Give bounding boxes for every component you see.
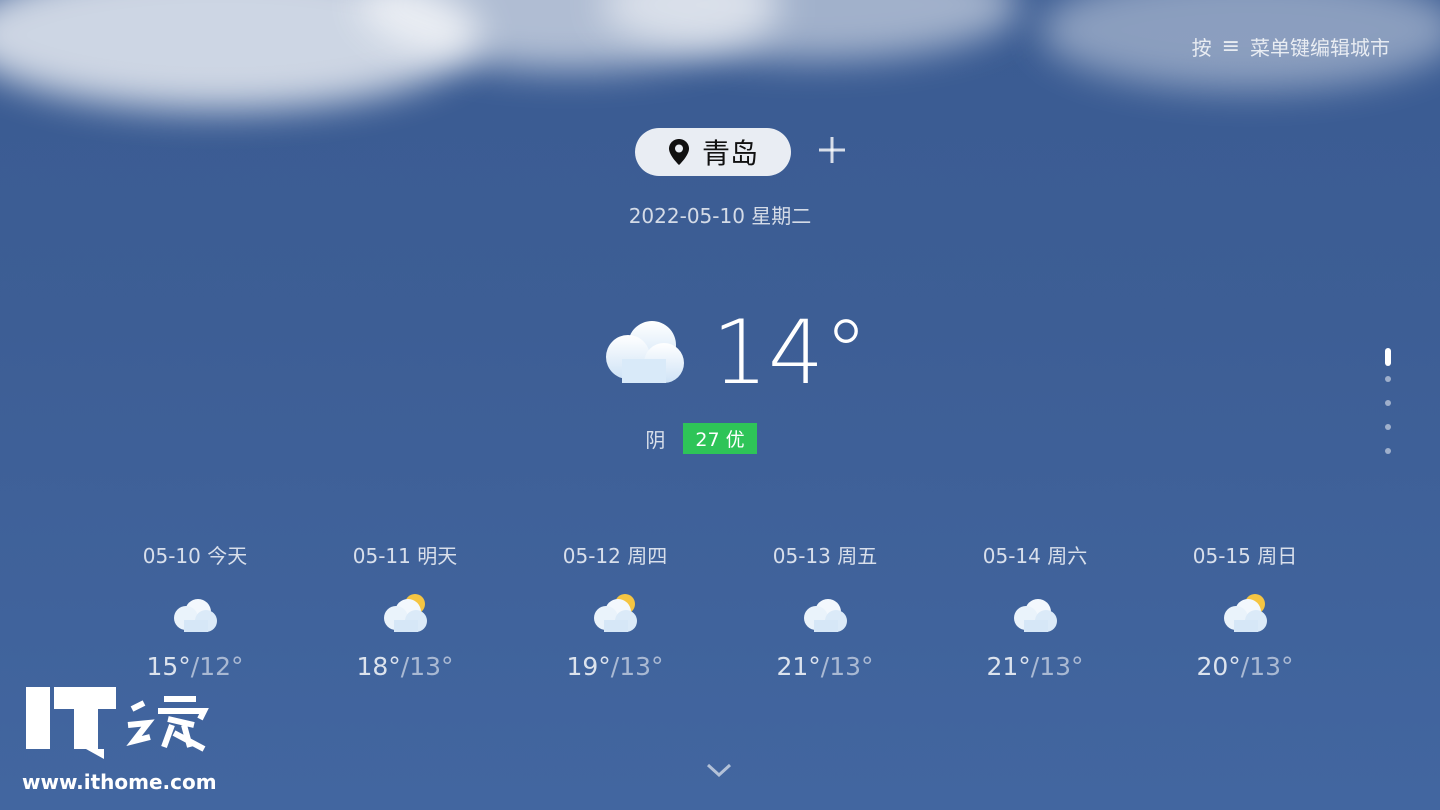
partly-cloudy-icon	[1224, 594, 1267, 632]
forecast-day: 05-14 周六 21°/13°	[930, 540, 1140, 681]
page-dot	[1385, 424, 1391, 430]
ithome-logo	[24, 685, 214, 765]
hint-prefix: 按	[1191, 36, 1212, 60]
forecast-date: 05-12 周四	[562, 544, 668, 568]
cloudy-icon	[1014, 599, 1057, 632]
forecast-temps: 21°/13°	[720, 652, 930, 681]
forecast-date: 05-11 明天	[352, 544, 458, 568]
cloudy-icon	[174, 599, 217, 632]
city-selector-row: 青岛	[0, 128, 1440, 176]
weather-condition: 阴	[645, 428, 666, 452]
high-temp: 21°	[776, 652, 821, 681]
high-temp: 15°	[146, 652, 191, 681]
low-temp: /13°	[400, 652, 454, 681]
location-pin-icon	[668, 139, 689, 165]
low-temp: /13°	[1030, 652, 1084, 681]
city-selector-button[interactable]: 青岛	[635, 128, 791, 176]
low-temp: /13°	[820, 652, 874, 681]
edit-city-hint: 按 ≡ 菜单键编辑城市	[1192, 32, 1390, 61]
forecast-temps: 15°/12°	[90, 652, 300, 681]
cloudy-icon	[804, 599, 847, 632]
forecast-date: 05-10 今天	[142, 544, 248, 568]
forecast-day: 05-13 周五 21°/13°	[720, 540, 930, 681]
chevron-down-icon	[706, 763, 732, 778]
watermark-url: www.ithome.com	[22, 770, 217, 794]
plus-icon	[819, 137, 845, 163]
current-temperature: 14°	[712, 301, 868, 404]
add-city-button[interactable]	[817, 128, 847, 176]
page-indicator	[1384, 348, 1392, 472]
forecast-date: 05-14 周六	[982, 544, 1088, 568]
hint-text: 菜单键编辑城市	[1250, 36, 1390, 60]
forecast-temps: 19°/13°	[510, 652, 720, 681]
page-dot	[1385, 376, 1391, 382]
cloudy-icon	[606, 321, 684, 383]
scroll-down-button[interactable]	[706, 762, 732, 782]
forecast-temps: 18°/13°	[300, 652, 510, 681]
forecast-day: 05-10 今天 15°/12°	[90, 540, 300, 681]
high-temp: 18°	[356, 652, 401, 681]
forecast-date: 05-13 周五	[772, 544, 878, 568]
forecast-list: 05-10 今天 15°/12° 05-11 明天 18°/13° 05-12 周四 19…	[90, 540, 1350, 681]
high-temp: 21°	[986, 652, 1031, 681]
page-dot	[1385, 400, 1391, 406]
forecast-icon-wrap	[90, 590, 300, 644]
condition-row: 阴 27 优	[0, 423, 1440, 454]
city-name: 青岛	[701, 137, 758, 170]
aqi-badge: 27 优	[683, 423, 757, 454]
page-dot-active	[1385, 348, 1391, 366]
page-dot	[1385, 448, 1391, 454]
partly-cloudy-icon	[594, 594, 637, 632]
current-weather: 14°	[600, 305, 868, 401]
low-temp: /13°	[610, 652, 664, 681]
forecast-icon-wrap	[1140, 590, 1350, 644]
forecast-temps: 21°/13°	[930, 652, 1140, 681]
low-temp: /12°	[190, 652, 244, 681]
partly-cloudy-icon	[384, 594, 427, 632]
forecast-day: 05-12 周四 19°/13°	[510, 540, 720, 681]
forecast-date: 05-15 周日	[1192, 544, 1298, 568]
forecast-icon-wrap	[930, 590, 1140, 644]
current-date: 2022-05-10 星期二	[628, 204, 812, 228]
forecast-day: 05-15 周日 20°/13°	[1140, 540, 1350, 681]
forecast-temps: 20°/13°	[1140, 652, 1350, 681]
forecast-icon-wrap	[300, 590, 510, 644]
menu-icon: ≡	[1221, 34, 1240, 59]
low-temp: /13°	[1240, 652, 1294, 681]
forecast-icon-wrap	[720, 590, 930, 644]
forecast-icon-wrap	[510, 590, 720, 644]
high-temp: 20°	[1196, 652, 1241, 681]
high-temp: 19°	[566, 652, 611, 681]
forecast-day: 05-11 明天 18°/13°	[300, 540, 510, 681]
